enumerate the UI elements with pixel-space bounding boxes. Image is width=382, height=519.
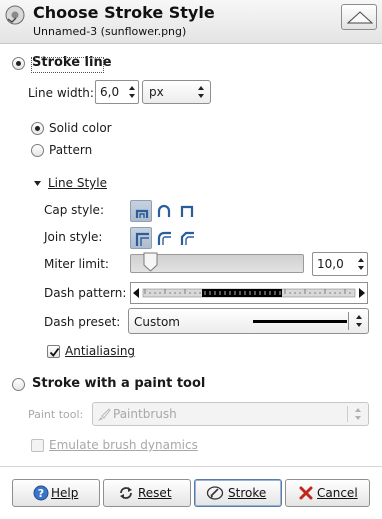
dash-right-arrow-icon [359,288,365,298]
antialiasing-label[interactable]: Antialiasing [65,344,135,358]
cancel-icon [299,486,313,500]
collapse-button[interactable] [341,4,377,30]
dash-left-arrow-icon [133,288,139,298]
dash-preset-combo[interactable]: Custom [128,308,369,334]
help-label: Help [51,486,79,500]
join-miter-icon [135,232,149,246]
line-width-spinbox[interactable]: 6,0 [95,80,139,104]
spin-arrows-icon[interactable] [128,84,136,100]
join-style-label: Join style: [44,230,103,244]
cap-style-label: Cap style: [44,203,104,217]
line-width-value[interactable]: 6,0 [100,85,119,99]
paint-tool-label: Paint tool: [28,408,84,421]
dash-preset-label: Dash preset: [44,315,121,329]
miter-limit-spinbox[interactable]: 10,0 [312,252,368,276]
dash-pattern-graphic[interactable] [131,283,367,303]
join-bevel-button[interactable] [176,227,198,249]
spin-arrows-icon [356,315,362,327]
line-width-label: Line width: [28,86,94,100]
dash-preset-value: Custom [134,315,180,329]
solid-color-radio[interactable] [31,122,44,135]
stroke-line-label[interactable]: Stroke line [32,55,112,70]
dialog-title: Choose Stroke Style [33,3,215,22]
reset-label: Reset [138,486,172,500]
stroke-label: Stroke [228,486,266,500]
antialiasing-checkbox[interactable] [47,345,60,358]
slider-handle[interactable] [143,252,158,272]
cap-butt-button[interactable] [130,200,152,222]
paint-tool-value: Paintbrush [113,407,177,421]
emulate-dynamics-checkbox[interactable] [31,439,44,452]
paint-tool-combo[interactable]: Paintbrush [92,402,369,426]
stroke-path-icon [5,5,25,25]
cap-round-button[interactable] [153,200,175,222]
stroke-paint-tool-label[interactable]: Stroke with a paint tool [32,376,205,391]
miter-limit-label: Miter limit: [44,257,109,271]
svg-text:?: ? [38,487,44,500]
cancel-button[interactable]: Cancel [285,479,370,507]
cap-square-button[interactable] [176,200,198,222]
reset-button[interactable]: Reset [103,479,191,507]
line-style-expander[interactable]: Line Style [48,176,107,190]
cancel-label: Cancel [317,486,358,500]
join-bevel-icon [180,231,194,245]
dialog-subtitle: Unnamed-3 (sunflower.png) [33,25,187,38]
combo-separator [348,312,349,330]
reset-icon [120,487,132,499]
stroke-label-text: Stroke [228,486,267,500]
expander-arrow-icon[interactable] [33,180,42,188]
dash-preset-preview [253,320,347,323]
spin-arrows-icon [198,86,204,98]
separator [0,466,382,467]
stroke-button[interactable]: Stroke [194,479,282,507]
join-round-icon [157,231,171,245]
emulate-dynamics-label[interactable]: Emulate brush dynamics [49,438,198,452]
unit-value: px [149,85,164,99]
triangle-up-icon [346,11,374,24]
pattern-label[interactable]: Pattern [49,143,92,157]
spin-arrows-icon[interactable] [357,256,365,272]
help-button[interactable]: ? Help [12,479,100,507]
join-miter-button[interactable] [130,227,152,249]
cap-round-icon [157,204,171,217]
dash-pattern-label: Dash pattern: [44,286,127,300]
dialog-header: Choose Stroke Style Unnamed-3 (sunflower… [0,0,382,44]
spin-arrows-icon [355,408,361,420]
pattern-radio[interactable] [31,144,44,157]
unit-combo[interactable]: px [142,80,211,104]
cap-butt-icon [135,209,149,218]
miter-limit-value[interactable]: 10,0 [317,257,344,271]
combo-separator [347,406,348,422]
stroke-icon [206,486,224,500]
stroke-line-radio[interactable] [12,57,25,70]
dash-pattern-editor[interactable] [130,282,368,304]
cap-square-icon [180,205,194,217]
join-round-button[interactable] [153,227,175,249]
solid-color-label[interactable]: Solid color [49,121,112,135]
paintbrush-icon [98,408,111,421]
checkmark-icon [49,347,60,357]
help-icon: ? [33,485,49,501]
stroke-paint-tool-radio[interactable] [12,378,25,391]
